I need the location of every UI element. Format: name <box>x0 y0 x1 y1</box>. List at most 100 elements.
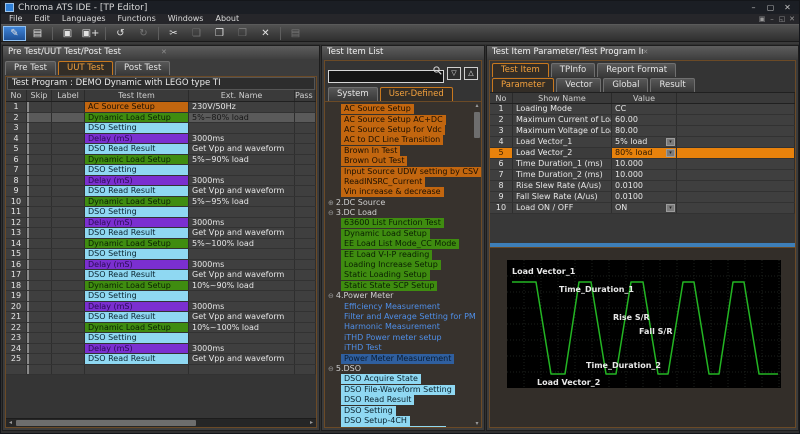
test-item-cell[interactable]: Dynamic Load Setup <box>85 113 189 123</box>
test-item-cell[interactable]: DSO Read Result <box>85 144 189 154</box>
list-item[interactable]: Harmonic Measurement <box>325 322 481 332</box>
list-item[interactable]: Static State SCP Setup <box>325 281 481 291</box>
menu-file[interactable]: File <box>3 14 28 24</box>
skip-cell[interactable] <box>27 218 52 228</box>
table-row[interactable]: 4Delay (mS)3000ms <box>6 134 316 145</box>
skip-checkbox[interactable] <box>27 281 29 291</box>
search-icon[interactable] <box>433 66 442 75</box>
tab-uut-test[interactable]: UUT Test <box>58 61 113 75</box>
skip-cell[interactable] <box>27 176 52 186</box>
param-value[interactable]: 5% load▾ <box>612 137 677 147</box>
skip-checkbox[interactable] <box>27 312 29 322</box>
skip-cell[interactable] <box>27 354 52 364</box>
param-value[interactable]: 10.000 <box>612 159 677 169</box>
subtab-vector[interactable]: Vector <box>556 78 601 92</box>
menu-languages[interactable]: Languages <box>56 14 112 24</box>
close-button[interactable]: ✕ <box>780 2 795 14</box>
skip-cell[interactable] <box>27 333 52 343</box>
test-item-cell[interactable]: Dynamic Load Setup <box>85 281 189 291</box>
test-item-cell[interactable]: Delay (mS) <box>85 260 189 270</box>
list-item[interactable]: AC Source Setup AC+DC <box>325 114 481 124</box>
param-value[interactable]: 0.0100 <box>612 181 677 191</box>
test-item-cell[interactable]: Delay (mS) <box>85 302 189 312</box>
parameter-row[interactable]: 1Loading ModeCC <box>490 104 795 115</box>
skip-checkbox[interactable] <box>27 323 29 333</box>
skip-cell[interactable] <box>27 228 52 238</box>
scroll-down-icon[interactable]: ▾ <box>473 420 481 427</box>
list-item[interactable]: Filter and Average Setting for PM <box>325 312 481 322</box>
parameter-row[interactable]: 10Load ON / OFFON▾ <box>490 203 795 214</box>
test-item-cell[interactable]: Dynamic Load Setup <box>85 239 189 249</box>
list-item[interactable]: Brown Out Test <box>325 156 481 166</box>
param-value[interactable]: 10.000 <box>612 170 677 180</box>
scroll-left-icon[interactable]: ◂ <box>6 419 15 427</box>
param-value[interactable]: CC <box>612 104 677 114</box>
test-item-cell[interactable]: Delay (mS) <box>85 344 189 354</box>
skip-cell[interactable] <box>27 134 52 144</box>
menu-edit[interactable]: Edit <box>28 14 56 24</box>
list-item[interactable]: DSO File-Waveform Setting <box>325 385 481 395</box>
list-item[interactable]: EE Load List Mode_CC Mode <box>325 239 481 249</box>
menu-functions[interactable]: Functions <box>112 14 162 24</box>
skip-cell[interactable] <box>27 239 52 249</box>
table-row[interactable]: 20Delay (mS)3000ms <box>6 302 316 313</box>
list-item[interactable]: DSO Acquire State <box>325 374 481 384</box>
table-row[interactable]: 24Delay (mS)3000ms <box>6 344 316 355</box>
collapse-icon[interactable]: ⊖ <box>328 208 334 218</box>
skip-checkbox[interactable] <box>27 207 29 217</box>
skip-cell[interactable] <box>27 281 52 291</box>
skip-checkbox[interactable] <box>27 354 29 364</box>
skip-checkbox[interactable] <box>27 260 29 270</box>
tab-post-test[interactable]: Post Test <box>115 61 170 75</box>
maximize-button[interactable]: ▢ <box>763 2 778 14</box>
list-item[interactable]: DSO Time Range Setting <box>325 426 481 427</box>
skip-checkbox[interactable] <box>27 270 29 280</box>
skip-checkbox[interactable] <box>27 165 29 175</box>
skip-cell[interactable] <box>27 197 52 207</box>
skip-cell[interactable] <box>27 249 52 259</box>
search-prev-button[interactable]: △ <box>464 67 478 80</box>
test-item-cell[interactable]: Dynamic Load Setup <box>85 323 189 333</box>
skip-checkbox[interactable] <box>27 344 29 354</box>
table-row[interactable]: 17DSO Read ResultGet Vpp and waveform <box>6 270 316 281</box>
test-item-cell[interactable]: Delay (mS) <box>85 218 189 228</box>
skip-checkbox[interactable] <box>27 197 29 207</box>
search-next-button[interactable]: ▽ <box>447 67 461 80</box>
parameter-row[interactable]: 3Maximum Voltage of Load (V)80.00 <box>490 126 795 137</box>
table-row[interactable]: 7DSO Setting <box>6 165 316 176</box>
save-as-button[interactable]: ▣+ <box>79 26 102 41</box>
panel-close-icon[interactable]: ✕ <box>643 46 794 59</box>
list-item[interactable]: AC to DC Line Transition <box>325 135 481 145</box>
test-item-cell[interactable]: DSO Setting <box>85 333 189 343</box>
subtab-result[interactable]: Result <box>650 78 694 92</box>
group-3-dc-load[interactable]: ⊖3.DC Load <box>325 208 481 218</box>
scrollbar-thumb[interactable] <box>16 420 196 426</box>
skip-checkbox[interactable] <box>27 249 29 259</box>
skip-checkbox[interactable] <box>27 144 29 154</box>
test-item-cell[interactable]: Dynamic Load Setup <box>85 197 189 207</box>
test-item-cell[interactable]: DSO Read Result <box>85 270 189 280</box>
test-item-cell[interactable]: DSO Setting <box>85 249 189 259</box>
list-item[interactable]: Vin increase & decrease <box>325 187 481 197</box>
mdi-restore-button[interactable]: ◱ <box>777 14 787 24</box>
list-item[interactable]: EE Load V-I-P reading <box>325 249 481 259</box>
list-item[interactable]: iTHD Power meter setup <box>325 333 481 343</box>
test-item-cell[interactable]: DSO Setting <box>85 207 189 217</box>
cut-button[interactable]: ✂ <box>162 26 185 41</box>
skip-cell[interactable] <box>27 165 52 175</box>
undo-button[interactable]: ↺ <box>109 26 132 41</box>
test-item-cell[interactable]: DSO Setting <box>85 165 189 175</box>
list-item[interactable]: DSO Setup-4CH <box>325 416 481 426</box>
table-row[interactable]: 9DSO Read ResultGet Vpp and waveform <box>6 186 316 197</box>
skip-checkbox[interactable] <box>27 239 29 249</box>
mdi-close-button[interactable]: ✕ <box>787 14 797 24</box>
group-5-dso[interactable]: ⊖5.DSO <box>325 364 481 374</box>
paste-button[interactable]: ❐ <box>208 26 231 41</box>
minimize-button[interactable]: – <box>746 2 761 14</box>
list-item[interactable]: DSO Setting <box>325 405 481 415</box>
expand-icon[interactable]: ⊕ <box>328 198 334 208</box>
tab-system[interactable]: System <box>328 87 378 101</box>
group-4-power-meter[interactable]: ⊖4.Power Meter <box>325 291 481 301</box>
panel-close-icon[interactable]: ✕ <box>161 46 314 59</box>
mdi-minimize-button[interactable]: – <box>767 14 777 24</box>
